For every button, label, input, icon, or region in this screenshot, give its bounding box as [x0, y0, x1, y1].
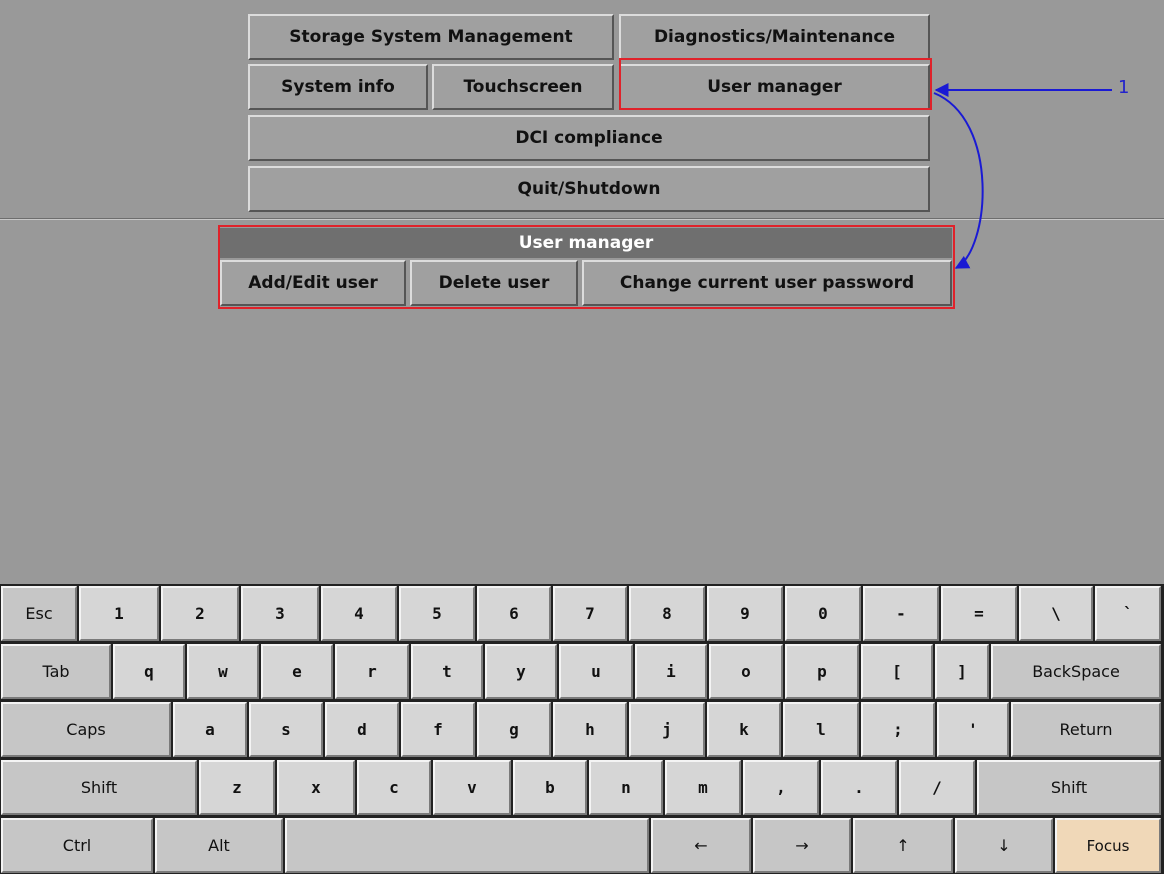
key-n[interactable]: n [589, 760, 663, 815]
on-screen-keyboard: Esc 1 2 3 4 5 6 7 8 9 0- = \ ` Tab q w e r t y u i o p[] BackSpac… [0, 584, 1164, 874]
key-w[interactable]: w [187, 644, 259, 699]
key-semicolon[interactable]: ; [861, 702, 935, 757]
key-left-bracket[interactable]: [ [861, 644, 933, 699]
key-g[interactable]: g [477, 702, 551, 757]
key-b[interactable]: b [513, 760, 587, 815]
key-s[interactable]: s [249, 702, 323, 757]
key-y[interactable]: y [485, 644, 557, 699]
key-ctrl[interactable]: Ctrl [1, 818, 153, 873]
key-shift-left[interactable]: Shift [1, 760, 197, 815]
key-space[interactable] [285, 818, 649, 873]
key-1[interactable]: 1 [79, 586, 159, 641]
key-m[interactable]: m [665, 760, 741, 815]
key-right-bracket[interactable]: ] [935, 644, 989, 699]
key-j[interactable]: j [629, 702, 705, 757]
key-backspace[interactable]: BackSpace [991, 644, 1161, 699]
key-5[interactable]: 5 [399, 586, 475, 641]
key-caps[interactable]: Caps [1, 702, 171, 757]
key-d[interactable]: d [325, 702, 399, 757]
key-tab[interactable]: Tab [1, 644, 111, 699]
key-2[interactable]: 2 [161, 586, 239, 641]
key-8[interactable]: 8 [629, 586, 705, 641]
key-l[interactable]: l [783, 702, 859, 757]
key-shift-right[interactable]: Shift [977, 760, 1161, 815]
key-alt[interactable]: Alt [155, 818, 283, 873]
key-comma[interactable]: , [743, 760, 819, 815]
key-right-arrow[interactable]: → [753, 818, 851, 873]
key-x[interactable]: x [277, 760, 355, 815]
key-7[interactable]: 7 [553, 586, 627, 641]
key-z[interactable]: z [199, 760, 275, 815]
key-focus[interactable]: Focus [1055, 818, 1161, 873]
key-down-arrow[interactable]: ↓ [955, 818, 1053, 873]
key-e[interactable]: e [261, 644, 333, 699]
curved-arrow [933, 92, 984, 269]
key-p[interactable]: p [785, 644, 859, 699]
key-return[interactable]: Return [1011, 702, 1161, 757]
key-3[interactable]: 3 [241, 586, 319, 641]
annotation-arrows [933, 83, 1112, 269]
key-f[interactable]: f [401, 702, 475, 757]
key-period[interactable]: . [821, 760, 897, 815]
key-k[interactable]: k [707, 702, 781, 757]
key-4[interactable]: 4 [321, 586, 397, 641]
key-u[interactable]: u [559, 644, 633, 699]
key-0[interactable]: 0 [785, 586, 861, 641]
key-o[interactable]: o [709, 644, 783, 699]
key-r[interactable]: r [335, 644, 409, 699]
key-v[interactable]: v [433, 760, 511, 815]
key-q[interactable]: q [113, 644, 185, 699]
key-c[interactable]: c [357, 760, 431, 815]
key-apostrophe[interactable]: ' [937, 702, 1009, 757]
key-a[interactable]: a [173, 702, 247, 757]
key-i[interactable]: i [635, 644, 707, 699]
key-6[interactable]: 6 [477, 586, 551, 641]
key-minus[interactable]: - [863, 586, 939, 641]
key-slash[interactable]: / [899, 760, 975, 815]
key-left-arrow[interactable]: ← [651, 818, 751, 873]
key-backtick[interactable]: ` [1095, 586, 1161, 641]
key-up-arrow[interactable]: ↑ [853, 818, 953, 873]
key-esc[interactable]: Esc [1, 586, 77, 641]
key-9[interactable]: 9 [707, 586, 783, 641]
key-backslash[interactable]: \ [1019, 586, 1093, 641]
key-h[interactable]: h [553, 702, 627, 757]
key-equals[interactable]: = [941, 586, 1017, 641]
callout-number: 1 [1118, 77, 1130, 98]
key-t[interactable]: t [411, 644, 483, 699]
